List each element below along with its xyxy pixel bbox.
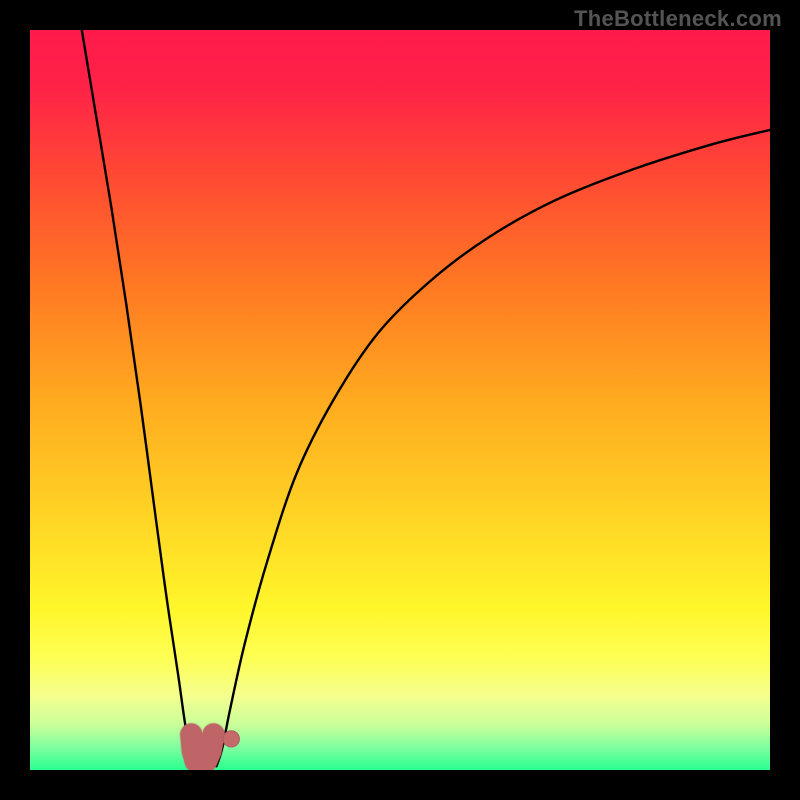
- chart-frame: TheBottleneck.com: [0, 0, 800, 800]
- marker-single-dot: [223, 731, 239, 747]
- chart-svg: [30, 30, 770, 770]
- watermark-text: TheBottleneck.com: [574, 6, 782, 32]
- plot-area: [30, 30, 770, 770]
- marker-u-shape-outline: [191, 734, 213, 764]
